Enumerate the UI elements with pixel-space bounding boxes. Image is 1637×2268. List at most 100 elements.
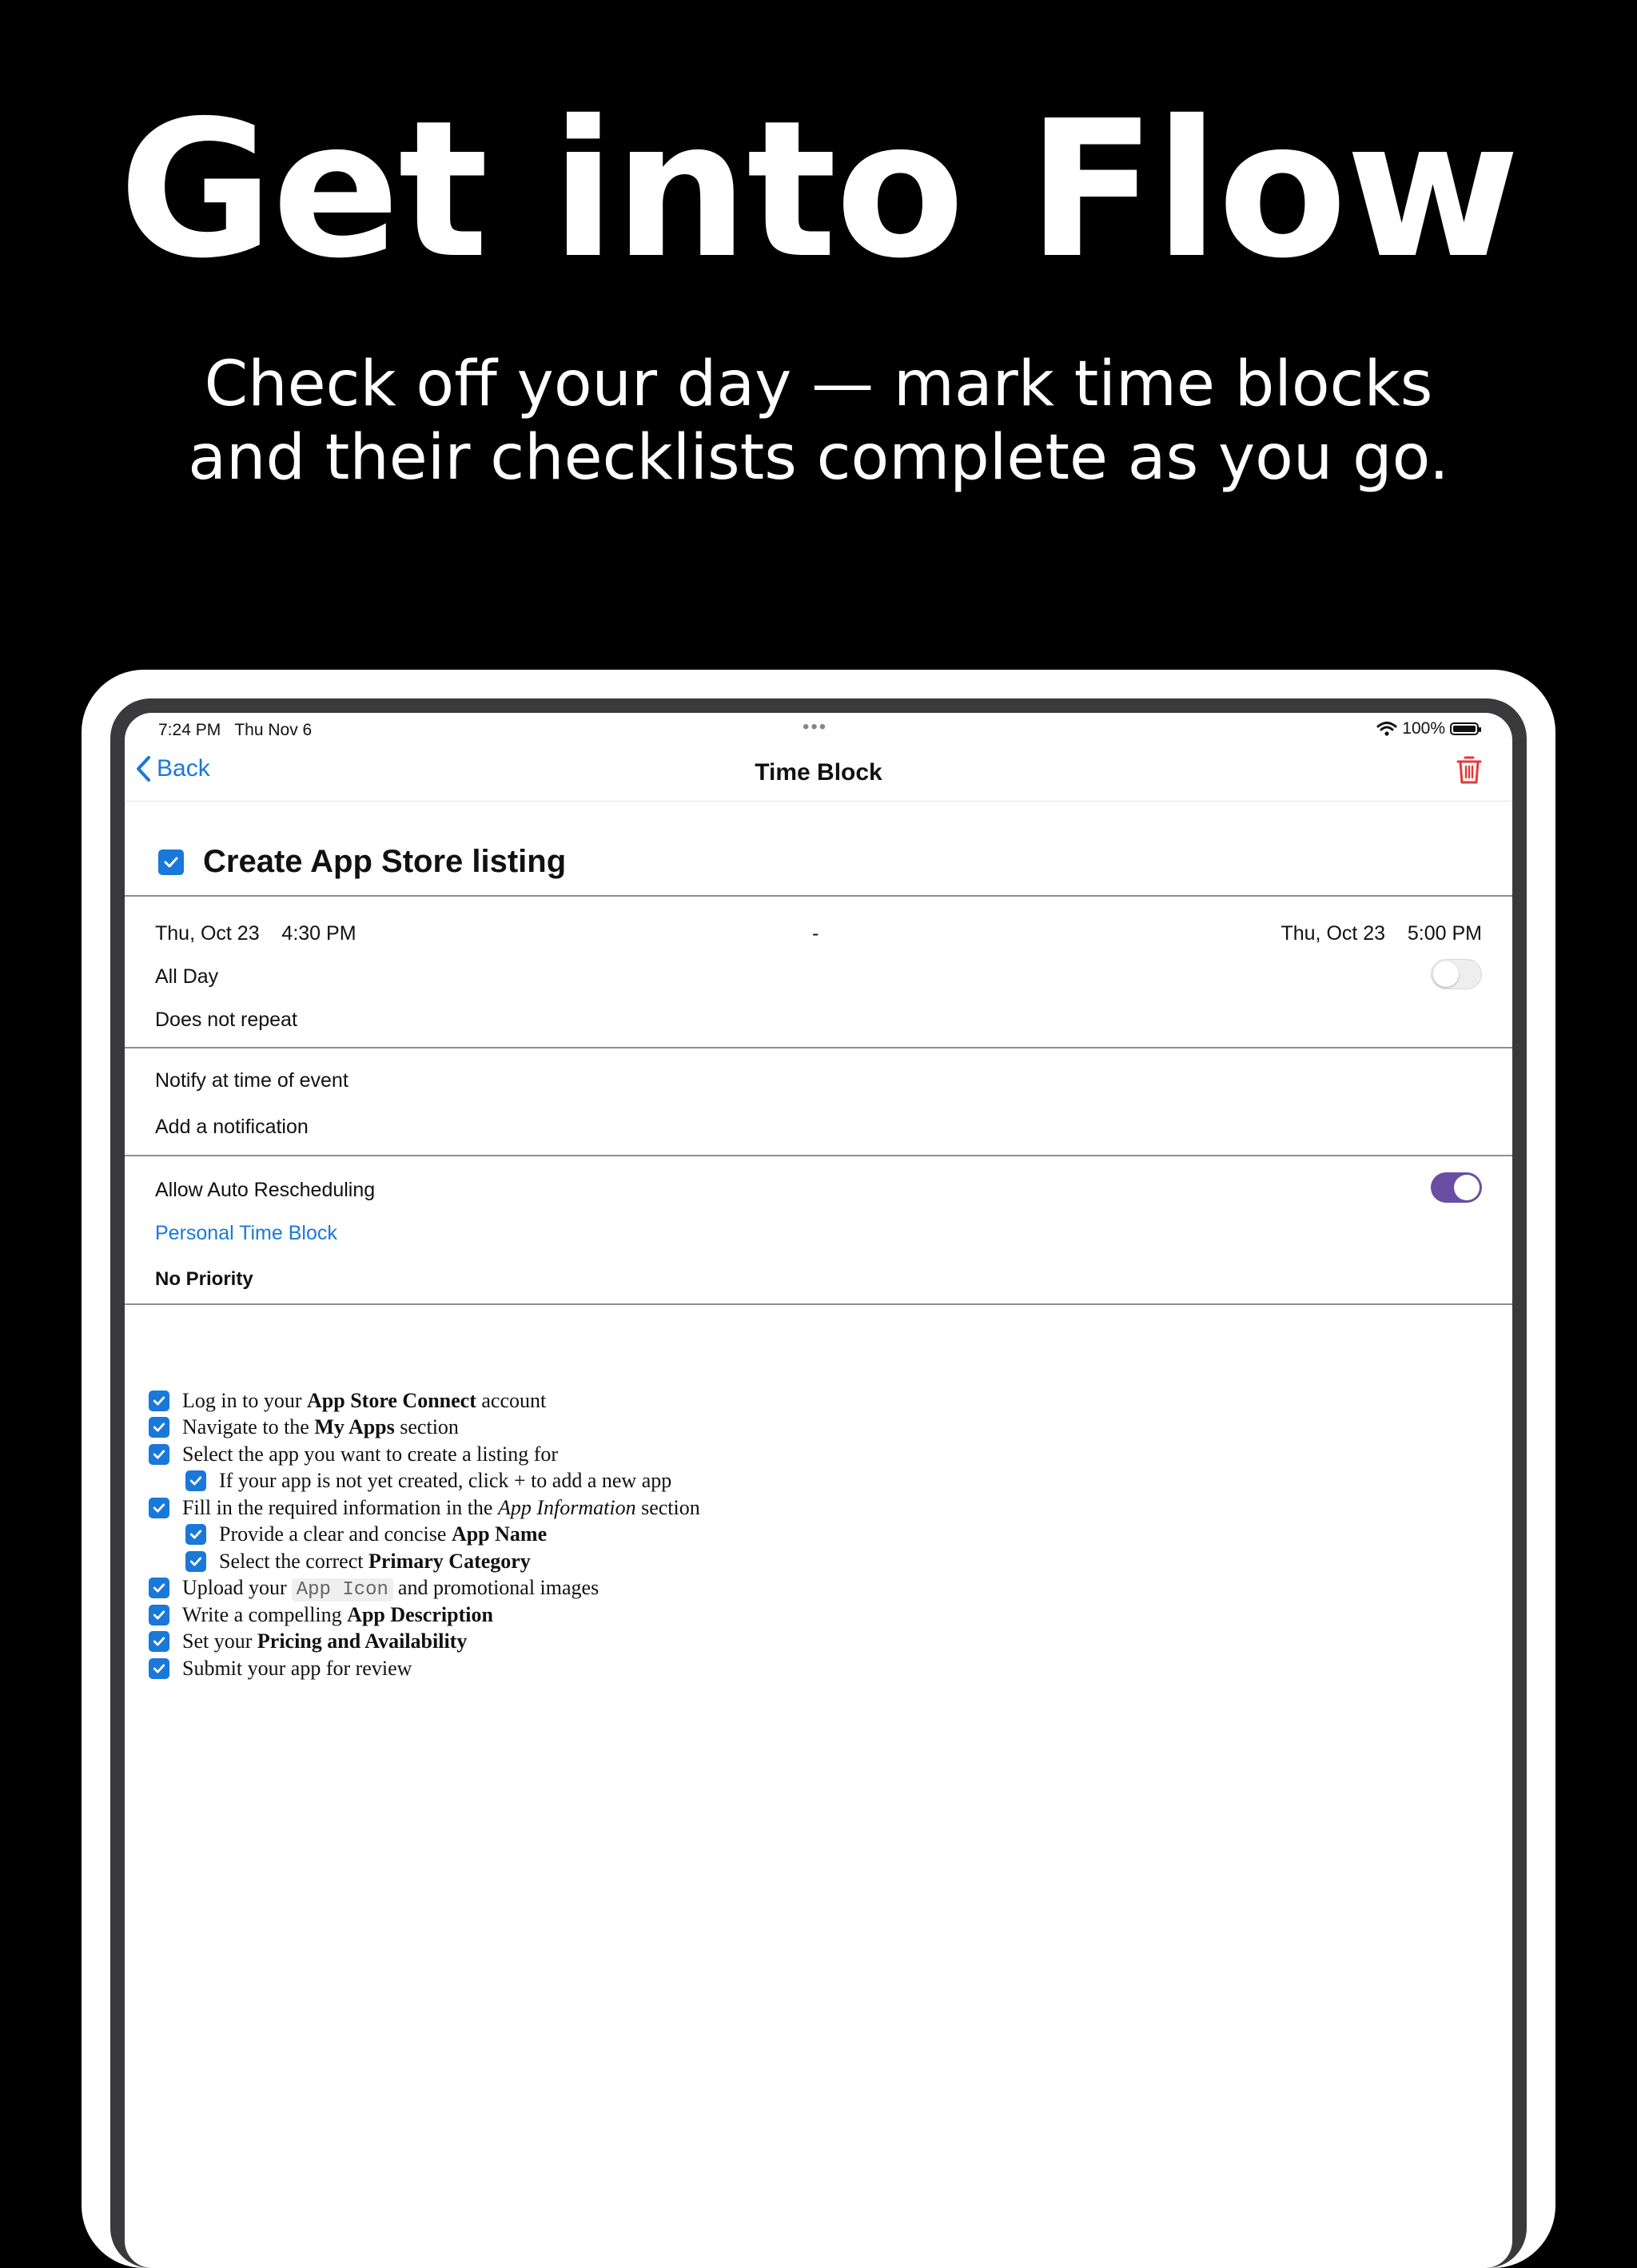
- add-notification-button[interactable]: Add a notification: [155, 1116, 309, 1139]
- ipad-bezel: 7:24 PM Thu Nov 6 ••• 100% Back Time Blo…: [110, 698, 1527, 2268]
- subhead-line-2: and their checklists complete as you go.: [188, 422, 1449, 494]
- subhead-line-1: Check off your day — mark time blocks: [204, 348, 1433, 420]
- text-run: Upload your: [182, 1575, 287, 1599]
- checklist-item: If your app is not yet created, click + …: [149, 1468, 700, 1495]
- checklist-item: Set your Pricing and Availability: [149, 1629, 700, 1656]
- delete-button[interactable]: [1456, 754, 1482, 789]
- text-run: Log in to your: [182, 1388, 307, 1412]
- checklist-item: Select the correct Primary Category: [149, 1548, 700, 1575]
- text-run: Set your: [182, 1629, 257, 1653]
- checklist-checkbox[interactable]: [185, 1550, 206, 1572]
- wifi-icon: [1376, 722, 1397, 736]
- repeat-setting[interactable]: Does not repeat: [155, 1009, 297, 1032]
- checkbox-checked-icon: [153, 1503, 165, 1513]
- ipad-frame: 7:24 PM Thu Nov 6 ••• 100% Back Time Blo…: [82, 670, 1555, 2268]
- category-link[interactable]: Personal Time Block: [155, 1222, 337, 1245]
- checklist-checkbox[interactable]: [149, 1390, 169, 1411]
- text-run: Primary Category: [368, 1549, 531, 1573]
- checklist-item: Provide a clear and concise App Name: [149, 1522, 700, 1549]
- text-run: account: [476, 1388, 547, 1412]
- checklist-item-text[interactable]: Upload your App Icon and promotional image…: [182, 1575, 599, 1602]
- checklist-item-text[interactable]: If your app is not yet created, click + …: [219, 1469, 671, 1493]
- status-time-date: 7:24 PM Thu Nov 6: [158, 721, 312, 740]
- checkbox-checked-icon: [153, 1396, 165, 1406]
- text-run: section: [635, 1495, 700, 1519]
- block-title-row: Create App Store listing: [158, 844, 566, 880]
- text-run: Select the app you want to create a list…: [182, 1442, 559, 1466]
- notification-item[interactable]: Notify at time of event: [155, 1069, 349, 1092]
- checkbox-checked-icon: [153, 1422, 165, 1432]
- status-bar: 7:24 PM Thu Nov 6 ••• 100%: [125, 713, 1512, 743]
- priority-setting[interactable]: No Priority: [155, 1268, 253, 1291]
- text-run: section: [394, 1415, 459, 1439]
- checklist-item: Write a compelling App Description: [149, 1602, 700, 1629]
- text-run: Select the correct: [219, 1549, 368, 1573]
- text-run: App Name: [451, 1522, 548, 1546]
- end-date[interactable]: Thu, Oct 23: [1281, 922, 1385, 945]
- checklist-item-text[interactable]: Log in to your App Store Connect account: [182, 1389, 546, 1413]
- checklist: Log in to your App Store Connect account…: [149, 1387, 700, 1682]
- text-run: My Apps: [314, 1415, 395, 1439]
- checklist-checkbox[interactable]: [149, 1631, 169, 1653]
- checklist-checkbox[interactable]: [185, 1524, 206, 1546]
- checklist-item-text[interactable]: Write a compelling App Description: [182, 1603, 493, 1627]
- checklist-checkbox[interactable]: [149, 1417, 169, 1438]
- divider: [125, 1047, 1512, 1048]
- auto-reschedule-label: Allow Auto Rescheduling: [155, 1179, 376, 1201]
- text-run: and promotional images: [397, 1575, 599, 1599]
- text-run: Fill in the required information in the: [182, 1495, 498, 1519]
- checklist-item-text[interactable]: Select the app you want to create a list…: [182, 1442, 558, 1466]
- checklist-item: Log in to your App Store Connect account: [149, 1387, 700, 1415]
- checkbox-checked-icon: [189, 1530, 202, 1539]
- text-run: Submit your app for review: [182, 1656, 412, 1680]
- text-run: Provide a clear and concise: [219, 1522, 452, 1546]
- checklist-checkbox[interactable]: [149, 1497, 169, 1518]
- auto-reschedule-toggle[interactable]: [1431, 1172, 1482, 1203]
- nav-title: Time Block: [755, 759, 882, 786]
- divider: [125, 1155, 1512, 1156]
- checklist-checkbox[interactable]: [185, 1470, 206, 1492]
- checkbox-checked-icon: [153, 1583, 165, 1593]
- checklist-item: Submit your app for review: [149, 1655, 700, 1682]
- battery-percent: 100%: [1402, 719, 1445, 738]
- checklist-item: Upload your App Icon and promotional image…: [149, 1575, 700, 1602]
- status-right: 100%: [1376, 719, 1481, 738]
- block-complete-checkbox[interactable]: [158, 849, 184, 875]
- checklist-item-text[interactable]: Navigate to the My Apps section: [182, 1415, 459, 1439]
- start-datetime[interactable]: Thu, Oct 23 4:30 PM: [155, 922, 356, 945]
- checklist-item: Navigate to the My Apps section: [149, 1415, 700, 1442]
- text-run: App Description: [347, 1602, 493, 1626]
- checklist-item-text[interactable]: Fill in the required information in the …: [182, 1496, 700, 1520]
- checkbox-checked-icon: [153, 1450, 165, 1459]
- end-time[interactable]: 5:00 PM: [1408, 922, 1482, 945]
- divider: [125, 895, 1512, 897]
- text-run: Navigate to the: [182, 1415, 315, 1439]
- date-separator: -: [812, 922, 819, 945]
- checklist-checkbox[interactable]: [149, 1604, 169, 1625]
- checkbox-checked-icon: [153, 1637, 165, 1646]
- text-run: App Store Connect: [307, 1388, 476, 1412]
- checklist-checkbox[interactable]: [149, 1443, 169, 1465]
- headline: Get into Flow: [118, 80, 1520, 300]
- checklist-item: Select the app you want to create a list…: [149, 1441, 700, 1468]
- checklist-item-text[interactable]: Provide a clear and concise App Name: [219, 1522, 547, 1546]
- block-title[interactable]: Create App Store listing: [203, 844, 566, 880]
- battery-icon: [1450, 722, 1481, 735]
- text-run: If your app is not yet created, click + …: [219, 1469, 672, 1493]
- status-time: 7:24 PM: [158, 721, 221, 739]
- all-day-label: All Day: [155, 965, 219, 988]
- all-day-toggle[interactable]: [1431, 959, 1482, 989]
- start-date[interactable]: Thu, Oct 23: [155, 922, 260, 945]
- end-datetime[interactable]: Thu, Oct 23 5:00 PM: [1281, 922, 1482, 945]
- text-run: App Information: [497, 1495, 636, 1519]
- checklist-checkbox[interactable]: [149, 1578, 169, 1599]
- checklist-item-text[interactable]: Set your Pricing and Availability: [182, 1629, 467, 1653]
- checklist-checkbox[interactable]: [149, 1657, 169, 1679]
- checklist-item-text[interactable]: Submit your app for review: [182, 1657, 412, 1681]
- app-screen: 7:24 PM Thu Nov 6 ••• 100% Back Time Blo…: [125, 713, 1512, 2268]
- trash-icon: [1456, 756, 1482, 784]
- checklist-item-text[interactable]: Select the correct Primary Category: [219, 1550, 531, 1574]
- multitasking-dots-icon[interactable]: •••: [803, 716, 827, 738]
- start-time[interactable]: 4:30 PM: [281, 922, 356, 945]
- status-date: Thu Nov 6: [234, 721, 313, 739]
